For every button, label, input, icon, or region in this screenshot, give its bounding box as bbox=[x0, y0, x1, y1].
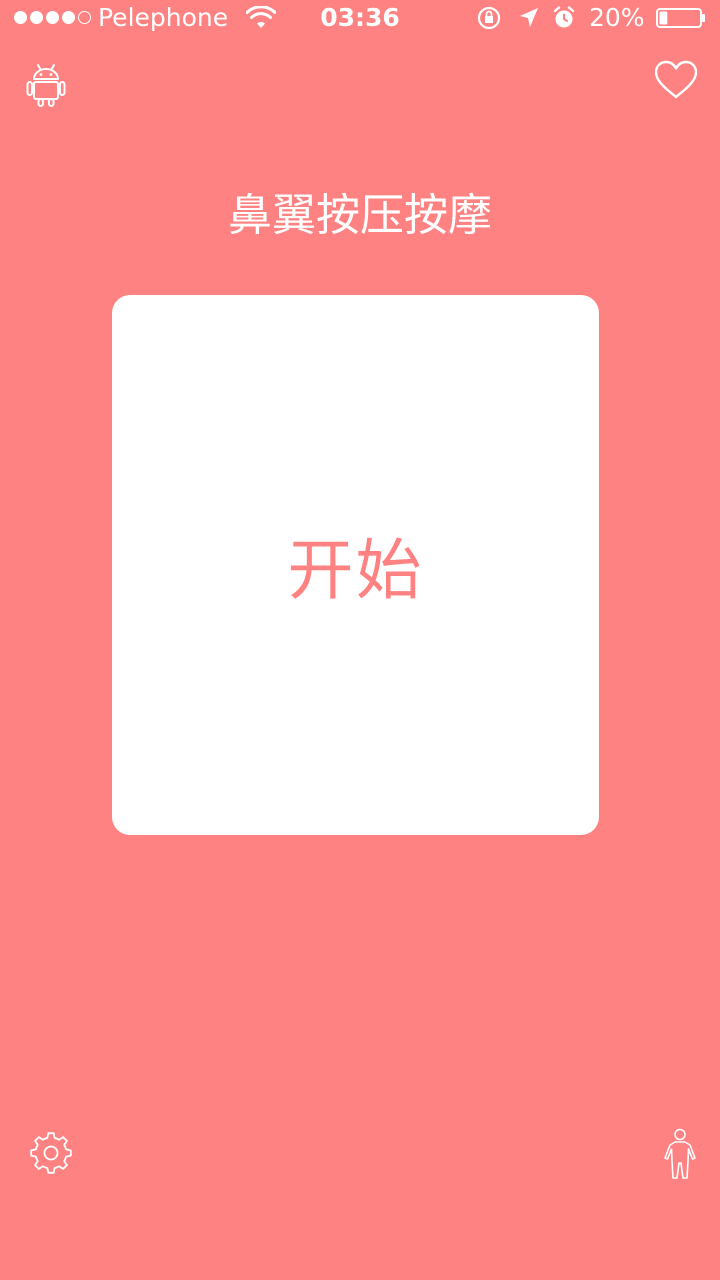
location-arrow-icon bbox=[520, 8, 538, 27]
rotation-lock-icon bbox=[477, 6, 501, 30]
status-bar: Pelephone 03:36 20% bbox=[0, 0, 720, 36]
person-icon[interactable] bbox=[662, 1128, 698, 1180]
android-icon[interactable] bbox=[26, 62, 66, 108]
battery-icon bbox=[656, 8, 705, 28]
start-button-label: 开始 bbox=[287, 532, 424, 609]
gear-icon[interactable] bbox=[28, 1130, 74, 1176]
battery-percentage: 20% bbox=[589, 3, 645, 32]
page-title: 鼻翼按压按摩 bbox=[228, 190, 492, 241]
heart-icon[interactable] bbox=[654, 60, 698, 100]
start-button[interactable]: 开始 bbox=[112, 295, 599, 835]
alarm-icon bbox=[553, 6, 575, 28]
